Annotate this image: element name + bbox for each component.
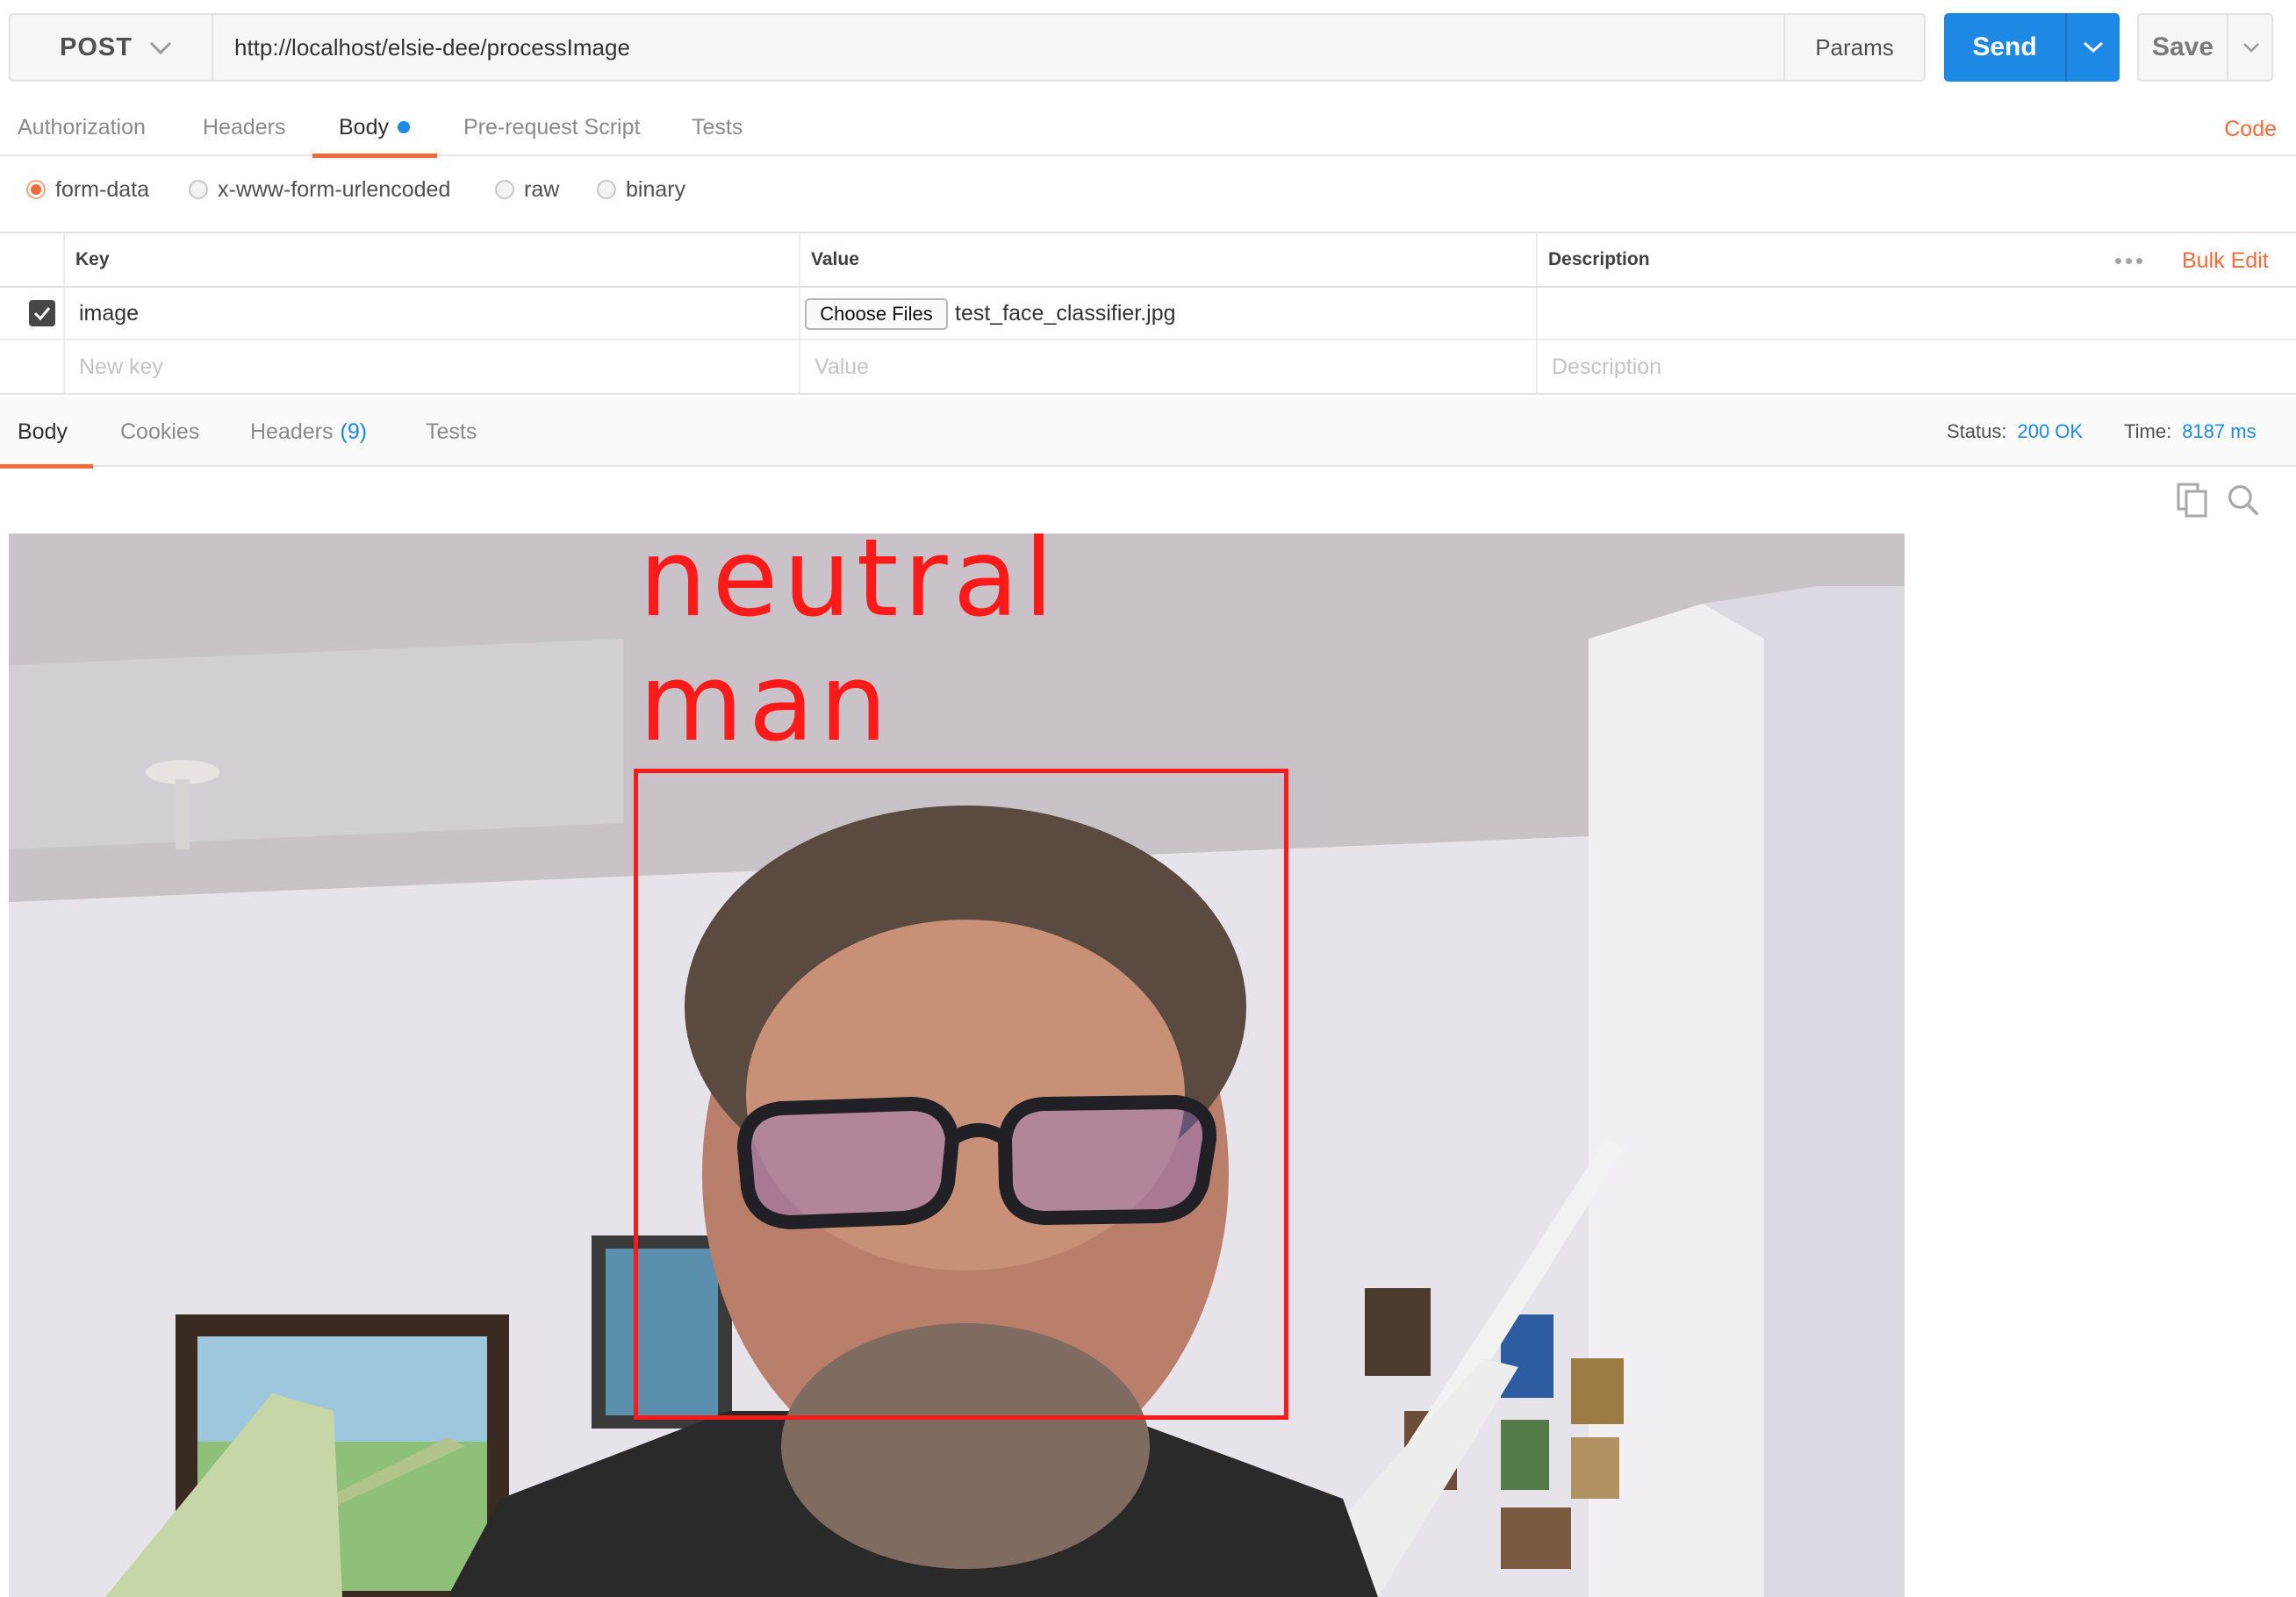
response-tab-cookies[interactable]: Cookies [120, 397, 199, 467]
bulk-edit-link[interactable]: Bulk Edit [2182, 233, 2269, 288]
radio-label: x-www-form-urlencoded [218, 176, 451, 202]
more-options-icon[interactable] [2115, 233, 2142, 288]
params-button[interactable]: Params [1783, 13, 1926, 82]
tab-label: Headers [203, 114, 286, 140]
prediction-label-gender: man [639, 641, 893, 765]
face-bounding-box [634, 769, 1288, 1420]
column-header-key: Key [75, 249, 110, 269]
choose-files-button[interactable]: Choose Files [805, 298, 948, 330]
chevron-down-icon [2242, 43, 2259, 53]
response-tab-body[interactable]: Body [0, 397, 93, 469]
new-key-input[interactable]: New key [79, 340, 163, 393]
url-text: http://localhost/elsie-dee/processImage [234, 33, 630, 61]
time-label: Time: [2124, 420, 2172, 442]
new-value-input[interactable]: Value [814, 340, 869, 393]
tab-label: Headers [250, 419, 334, 444]
chevron-down-icon [2083, 41, 2104, 54]
table-header-row: Key Value Description Bulk Edit [0, 233, 2296, 288]
response-tab-tests[interactable]: Tests [426, 397, 477, 467]
send-label: Send [1972, 32, 2037, 61]
tab-pre-request-script[interactable]: Pre-request Script [463, 98, 640, 156]
radio-selected-icon [26, 180, 46, 199]
headers-count: (9) [340, 419, 368, 444]
new-description-input[interactable]: Description [1552, 340, 1661, 393]
tab-label: Body [339, 114, 389, 140]
radio-empty-icon [597, 180, 616, 199]
key-input[interactable]: image [79, 288, 139, 339]
save-button[interactable]: Save [2139, 15, 2227, 80]
response-time: Time: 8187 ms [2124, 397, 2257, 467]
status-label: Status: [1947, 420, 2007, 442]
column-header-value: Value [811, 249, 859, 269]
code-link[interactable]: Code [2224, 98, 2277, 160]
tab-label: Pre-request Script [463, 114, 641, 140]
save-label: Save [2151, 32, 2214, 61]
bulk-edit-label: Bulk Edit [2182, 247, 2269, 273]
send-dropdown-button[interactable] [2067, 13, 2120, 82]
tab-headers[interactable]: Headers [203, 98, 286, 156]
response-tab-headers[interactable]: Headers (9) [250, 397, 367, 467]
radio-form-data[interactable]: form-data [26, 175, 149, 204]
radio-label: raw [524, 176, 560, 202]
save-dropdown-button[interactable] [2228, 15, 2273, 80]
url-input[interactable]: http://localhost/elsie-dee/processImage [212, 13, 1785, 82]
tab-label: Tests [692, 114, 743, 140]
modified-dot-icon [397, 121, 410, 133]
table-row-new: New key Value Description [0, 340, 2296, 393]
tab-label: Cookies [120, 419, 200, 444]
tab-label: Tests [426, 419, 477, 444]
description-input[interactable] [1548, 288, 2268, 339]
radio-label: binary [626, 176, 686, 202]
request-tabs: Authorization Headers Body Pre-request S… [0, 98, 2296, 158]
body-type-options: form-data x-www-form-urlencoded raw bina… [0, 162, 2296, 215]
response-image: neutral man [9, 534, 1905, 1597]
key-value: image [79, 300, 140, 326]
tab-body[interactable]: Body [312, 98, 437, 158]
tab-tests[interactable]: Tests [692, 98, 743, 156]
radio-empty-icon [495, 180, 514, 199]
search-icon[interactable] [2226, 481, 2261, 519]
tab-authorization[interactable]: Authorization [18, 98, 146, 156]
form-data-table: Key Value Description Bulk Edit image Ch… [0, 232, 2296, 395]
table-row: image Choose Files test_face_classifier.… [0, 288, 2296, 340]
row-enabled-checkbox[interactable] [29, 300, 55, 326]
radio-raw[interactable]: raw [495, 175, 559, 204]
checkmark-icon [33, 307, 51, 320]
radio-binary[interactable]: binary [597, 175, 685, 204]
save-button-group: Save [2137, 13, 2273, 82]
method-select[interactable]: POST [9, 13, 213, 82]
tab-label: Body [18, 419, 68, 444]
choose-files-label: Choose Files [820, 303, 933, 325]
radio-label: form-data [55, 176, 149, 202]
response-status: Status: 200 OK [1947, 397, 2083, 467]
send-button[interactable]: Send [1944, 13, 2065, 82]
request-bar: POST http://localhost/elsie-dee/processI… [0, 0, 2296, 97]
copy-icon[interactable] [2175, 481, 2210, 519]
radio-x-www-form-urlencoded[interactable]: x-www-form-urlencoded [189, 175, 450, 204]
code-label: Code [2224, 116, 2277, 141]
status-value: 200 OK [2017, 420, 2084, 442]
chevron-down-icon [149, 41, 172, 55]
tab-label: Authorization [18, 114, 146, 140]
active-tab-indicator [312, 154, 437, 158]
send-button-group: Send [1944, 13, 2120, 82]
column-header-description: Description [1548, 249, 1650, 269]
time-value: 8187 ms [2182, 420, 2257, 442]
radio-empty-icon [189, 180, 208, 199]
active-tab-indicator [0, 464, 93, 469]
response-tabs: Body Cookies Headers (9) Tests Status: 2… [0, 397, 2296, 469]
selected-file-name: test_face_classifier.jpg [955, 300, 1176, 326]
method-label: POST [60, 32, 133, 61]
prediction-label-emotion: neutral [639, 534, 1059, 641]
params-label: Params [1815, 33, 1894, 61]
